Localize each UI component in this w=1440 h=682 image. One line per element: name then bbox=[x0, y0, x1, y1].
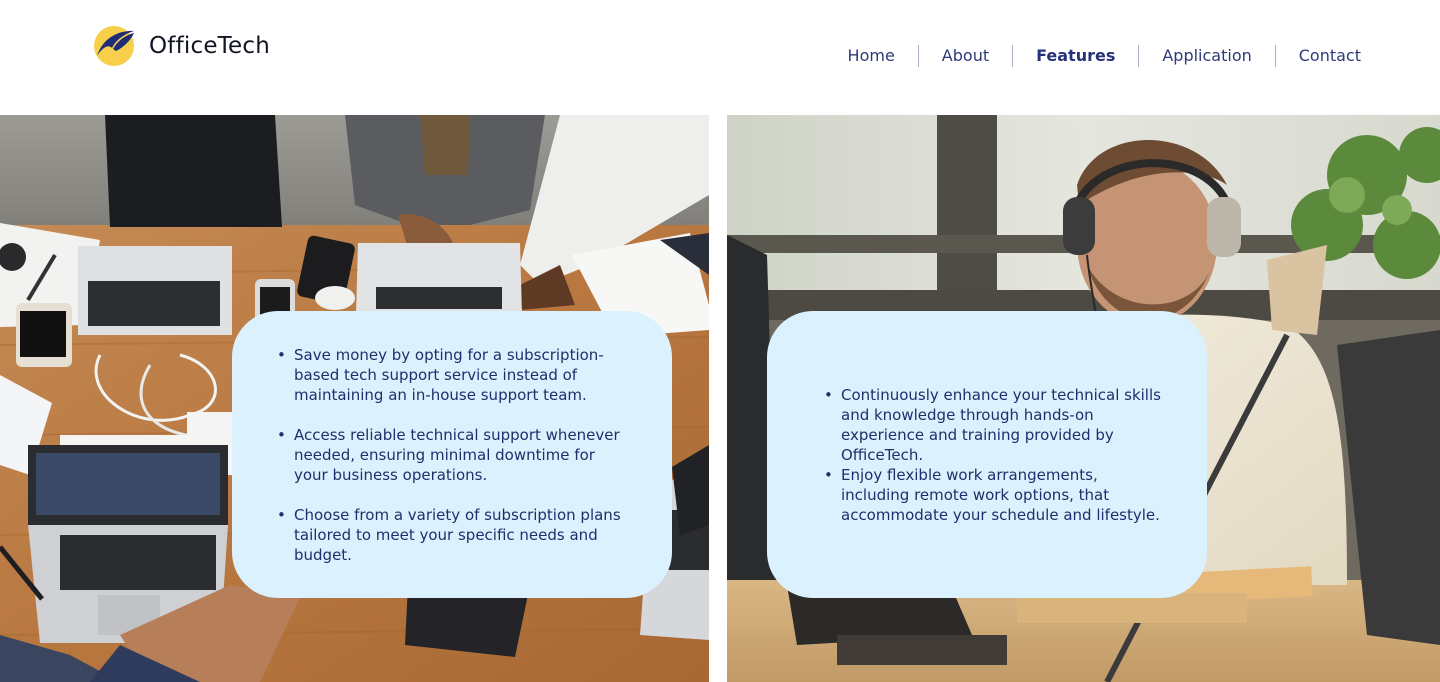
nav-home[interactable]: Home bbox=[825, 44, 918, 68]
list-item: Save money by opting for a subscription-… bbox=[277, 345, 628, 405]
growth-list: Continuously enhance your technical skil… bbox=[824, 385, 1163, 525]
nav-contact[interactable]: Contact bbox=[1276, 44, 1384, 68]
site-header: OfficeTech Home About Features Applicati… bbox=[0, 0, 1440, 115]
nav-application[interactable]: Application bbox=[1139, 44, 1274, 68]
brand-name: OfficeTech bbox=[149, 33, 270, 59]
feature-panel-right: Continuously enhance your technical skil… bbox=[727, 115, 1440, 682]
list-item: Access reliable technical support whenev… bbox=[277, 425, 628, 485]
main-nav: Home About Features Application Contact bbox=[825, 44, 1384, 68]
list-item: Continuously enhance your technical skil… bbox=[824, 385, 1163, 465]
logo[interactable]: OfficeTech bbox=[94, 26, 270, 66]
benefits-card: Save money by opting for a subscription-… bbox=[232, 311, 672, 598]
nav-about[interactable]: About bbox=[919, 44, 1012, 68]
list-item: Enjoy flexible work arrangements, includ… bbox=[824, 465, 1163, 525]
crescent-swoosh-icon bbox=[94, 26, 134, 66]
list-item: Choose from a variety of subscription pl… bbox=[277, 505, 628, 565]
growth-card: Continuously enhance your technical skil… bbox=[767, 311, 1207, 598]
nav-features[interactable]: Features bbox=[1013, 44, 1138, 68]
feature-panel-left: Save money by opting for a subscription-… bbox=[0, 115, 709, 682]
benefits-list: Save money by opting for a subscription-… bbox=[277, 345, 628, 565]
